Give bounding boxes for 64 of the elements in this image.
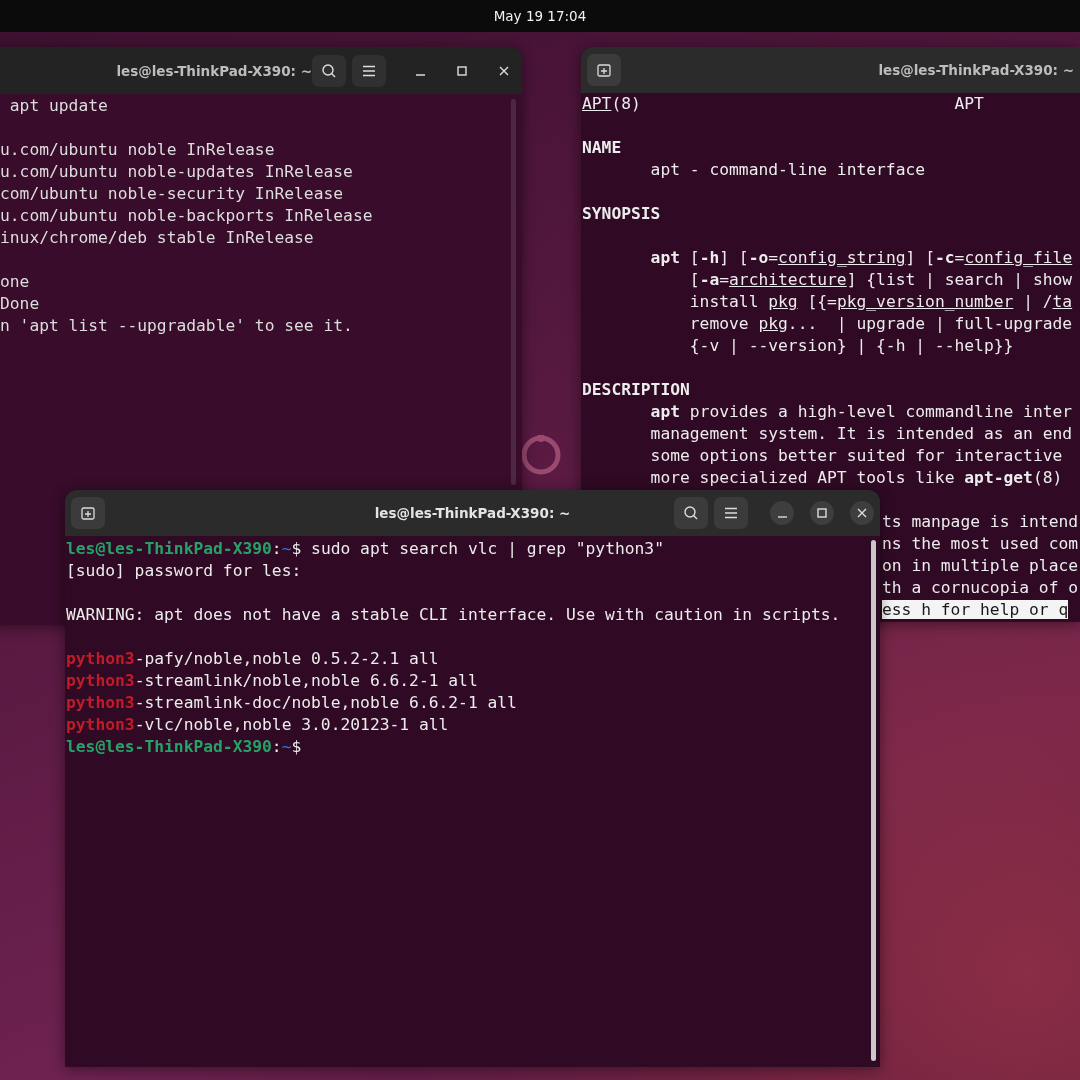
- new-tab-icon: [80, 505, 96, 521]
- terminal-line: ts manpage is intend: [882, 512, 1079, 531]
- terminal-line: apt provides a high-level commandline inter: [649, 401, 1074, 423]
- terminal-line: install pkg [{=pkg_version_number | /ta: [688, 291, 1074, 313]
- search-result-line: python3-pafy/noble,noble 0.5.2-2.1 all: [66, 648, 440, 670]
- page-header-center: APT: [954, 94, 984, 113]
- terminal-line: remove pkg... | upgrade | full-upgrade: [688, 313, 1074, 335]
- search-result-line: python3-streamlink-doc/noble,noble 6.6.2-1 all: [66, 692, 518, 714]
- search-button[interactable]: [312, 54, 346, 87]
- scrollbar[interactable]: [511, 99, 516, 485]
- clock[interactable]: May 19 17:04: [493, 8, 587, 24]
- terminal-line: u.com/ubuntu noble-backports InRelease: [0, 205, 374, 227]
- terminal-line: {-v | --version} | {-h | --help}}: [688, 335, 1015, 357]
- search-icon: [683, 505, 699, 521]
- section-heading: SYNOPSIS: [582, 203, 662, 225]
- minimize-button[interactable]: [770, 501, 794, 525]
- new-tab-icon: [596, 62, 612, 78]
- maximize-icon: [817, 508, 827, 518]
- menu-button[interactable]: [352, 54, 386, 87]
- close-icon: [857, 508, 867, 518]
- terminal-line: [-a=architecture] {list | search | show: [688, 269, 1074, 291]
- terminal-line: apt update: [8, 95, 109, 117]
- window-title: les@les-ThinkPad-X390: ~: [878, 62, 1074, 78]
- search-icon: [321, 62, 337, 79]
- scrollbar[interactable]: [871, 540, 876, 1061]
- terminal-line: th a cornucopia of o: [882, 578, 1079, 597]
- new-tab-button[interactable]: [587, 54, 621, 86]
- minimize-icon: [415, 73, 425, 76]
- terminal-line: on in multiple place: [882, 556, 1079, 575]
- terminal-line: [sudo] password for les:: [66, 560, 303, 582]
- terminal-line: u.com/ubuntu noble-updates InRelease: [0, 161, 354, 183]
- terminal-line: apt - command-line interface: [649, 159, 927, 181]
- menu-icon: [362, 64, 376, 77]
- terminal-line: apt [-h] [-o=config_string] [-c=config_file: [649, 247, 1074, 269]
- terminal-line: com/ubuntu noble-security InRelease: [0, 183, 345, 205]
- prompt-line: les@les-ThinkPad-X390:~$ sudo apt search vlc | grep "python3": [66, 538, 665, 560]
- terminal-line: ns the most used com: [882, 534, 1079, 553]
- search-result-line: python3-streamlink/noble,noble 6.6.2-1 all: [66, 670, 479, 692]
- close-button[interactable]: [850, 501, 874, 525]
- circle-logo-icon: [521, 435, 561, 475]
- terminal-line: u.com/ubuntu noble InRelease: [0, 139, 276, 161]
- terminal-line: inux/chrome/deb stable InRelease: [0, 227, 315, 249]
- terminal-line: one: [0, 271, 31, 293]
- prompt-line: les@les-ThinkPad-X390:~$: [66, 736, 303, 758]
- menu-icon: [724, 507, 738, 519]
- page-header-left: APT(8): [582, 94, 641, 113]
- terminal-line: more specialized APT tools like apt-get(8): [649, 467, 1064, 489]
- menu-button[interactable]: [714, 497, 748, 529]
- maximize-button[interactable]: [810, 501, 834, 525]
- section-heading: DESCRIPTION: [582, 379, 691, 401]
- search-button[interactable]: [674, 497, 708, 529]
- new-tab-button[interactable]: [71, 497, 105, 529]
- window-title: les@les-ThinkPad-X390: ~: [116, 62, 312, 79]
- terminal-line: n 'apt list --upgradable' to see it.: [0, 315, 354, 337]
- terminal-line: some options better suited for interactive: [649, 445, 1064, 467]
- maximize-icon: [457, 65, 467, 76]
- terminal-line: Done: [0, 293, 41, 315]
- section-heading: NAME: [582, 137, 623, 159]
- terminal-line: management system. It is intended as an end: [649, 423, 1074, 445]
- window-title: les@les-ThinkPad-X390: ~: [374, 505, 571, 521]
- close-icon: [499, 65, 509, 76]
- terminal-line: WARNING: apt does not have a stable CLI interface. Use with caution in scripts.: [66, 604, 842, 626]
- search-result-line: python3-vlc/noble,noble 3.0.20123-1 all: [66, 714, 450, 736]
- minimize-icon: [777, 516, 787, 518]
